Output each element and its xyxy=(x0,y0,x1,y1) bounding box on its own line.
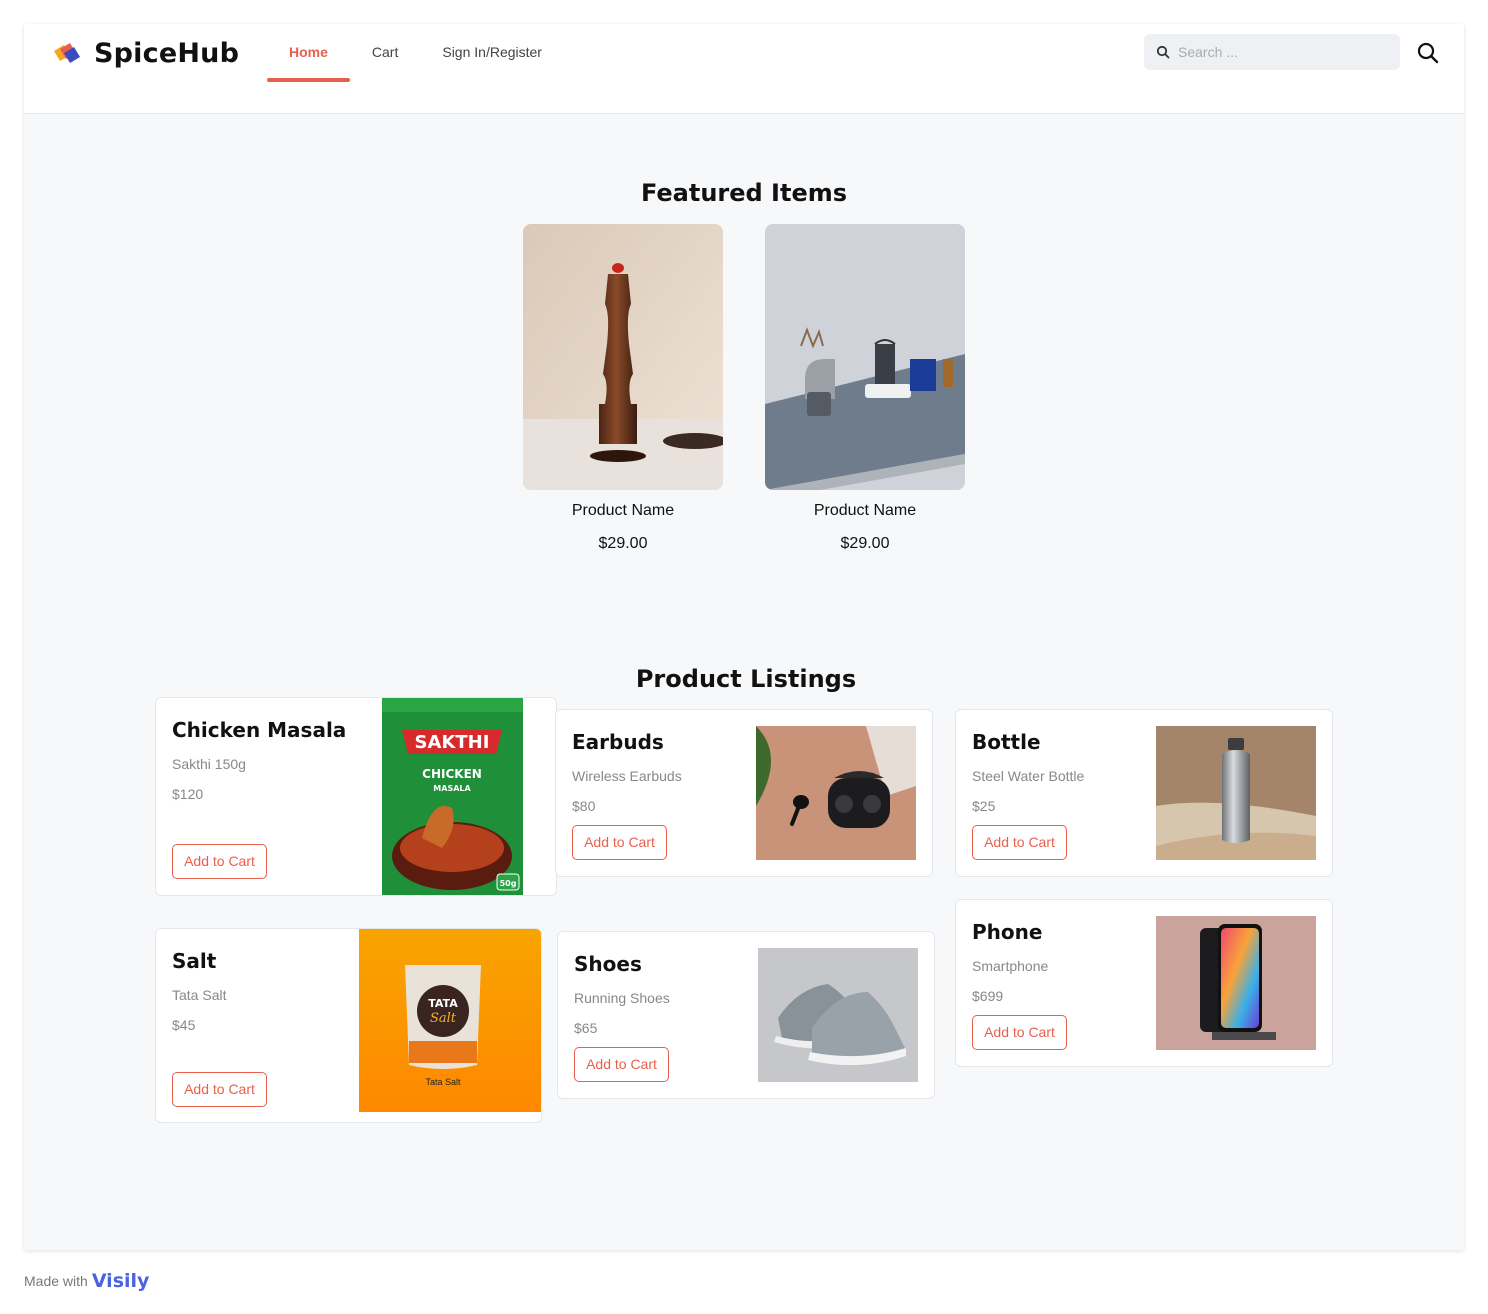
search-box xyxy=(1144,34,1400,70)
add-to-cart-button[interactable]: Add to Cart xyxy=(572,825,667,860)
smartphone-image xyxy=(1156,916,1316,1050)
add-to-cart-button[interactable]: Add to Cart xyxy=(972,825,1067,860)
product-card: Shoes Running Shoes $65 Add to Cart xyxy=(557,931,935,1099)
search-button-icon[interactable] xyxy=(1416,41,1440,65)
product-price: $699 xyxy=(972,988,1004,1004)
search-icon xyxy=(1156,45,1170,59)
made-with-text: Made with xyxy=(24,1273,88,1289)
add-to-cart-button[interactable]: Add to Cart xyxy=(172,844,267,879)
earbuds-image xyxy=(756,726,916,860)
product-card: Phone Smartphone $699 Add to Cart xyxy=(955,899,1333,1067)
product-price: $80 xyxy=(572,798,596,814)
pack-line2: MASALA xyxy=(433,784,471,793)
product-price: $45 xyxy=(172,1017,196,1033)
featured-item-name: Product Name xyxy=(571,502,675,519)
pack-brand: TATA xyxy=(428,997,458,1010)
product-title: Chicken Masala xyxy=(172,718,347,742)
product-title: Earbuds xyxy=(572,730,664,754)
add-to-cart-button[interactable]: Add to Cart xyxy=(172,1072,267,1107)
product-price: $25 xyxy=(972,798,996,814)
running-shoes-image xyxy=(758,948,918,1082)
product-desc: Steel Water Bottle xyxy=(972,768,1085,784)
product-desc: Wireless Earbuds xyxy=(572,768,682,784)
featured-title: Featured Items xyxy=(640,179,848,207)
product-price: $120 xyxy=(172,786,204,802)
chicken-masala-image: SAKTHI CHICKEN MASALA 50g xyxy=(382,698,523,895)
image-caption: Tata Salt xyxy=(425,1077,461,1087)
steel-bottle-image xyxy=(1156,726,1316,860)
pack-line1: CHICKEN xyxy=(422,767,482,781)
coffee-set-image xyxy=(765,224,965,490)
featured-item-price: $29.00 xyxy=(598,535,648,552)
product-title: Salt xyxy=(172,949,217,973)
add-to-cart-button[interactable]: Add to Cart xyxy=(574,1047,669,1082)
main-nav: Home Cart Sign In/Register xyxy=(267,24,564,114)
add-to-cart-button[interactable]: Add to Cart xyxy=(972,1015,1067,1050)
pack-weight: 50g xyxy=(500,879,517,888)
featured-item[interactable]: Product Name $29.00 xyxy=(765,224,965,553)
product-card: Earbuds Wireless Earbuds $80 Add to Cart xyxy=(555,709,933,877)
featured-item-name: Product Name xyxy=(813,502,917,519)
product-title: Bottle xyxy=(972,730,1041,754)
product-title: Phone xyxy=(972,920,1043,944)
app-frame: SpiceHub Home Cart Sign In/Register Feat… xyxy=(24,24,1464,1250)
nav-sign-in-register[interactable]: Sign In/Register xyxy=(420,24,564,80)
listings-title: Product Listings xyxy=(635,665,857,693)
tata-salt-image: TATA Salt Tata Salt xyxy=(359,929,541,1112)
product-desc: Running Shoes xyxy=(574,990,670,1006)
pack-brand: SAKTHI xyxy=(415,732,490,753)
product-card: Chicken Masala Sakthi 150g $120 Add to C… xyxy=(155,697,557,896)
logo[interactable]: SpiceHub xyxy=(50,38,239,69)
featured-item[interactable]: Product Name $29.00 xyxy=(523,224,723,553)
product-desc: Tata Salt xyxy=(172,987,227,1003)
search-input[interactable] xyxy=(1178,44,1378,60)
nav-home[interactable]: Home xyxy=(267,24,350,82)
pack-script: Salt xyxy=(430,1011,457,1026)
product-desc: Sakthi 150g xyxy=(172,756,246,772)
product-price: $65 xyxy=(574,1020,598,1036)
product-card: Bottle Steel Water Bottle $25 Add to Car… xyxy=(955,709,1333,877)
nav-cart[interactable]: Cart xyxy=(350,24,420,80)
made-with-footer[interactable]: Made with Visily xyxy=(24,1270,149,1292)
product-desc: Smartphone xyxy=(972,958,1049,974)
featured-item-price: $29.00 xyxy=(840,535,890,552)
product-card: Salt Tata Salt $45 Add to Cart TATA Salt… xyxy=(155,928,542,1123)
logo-icon xyxy=(54,42,80,63)
top-header: SpiceHub Home Cart Sign In/Register xyxy=(24,24,1464,114)
product-title: Shoes xyxy=(574,952,642,976)
visily-logo: Visily xyxy=(91,1270,150,1292)
brand-name: SpiceHub xyxy=(94,38,240,69)
pepper-grinder-image xyxy=(523,224,723,490)
